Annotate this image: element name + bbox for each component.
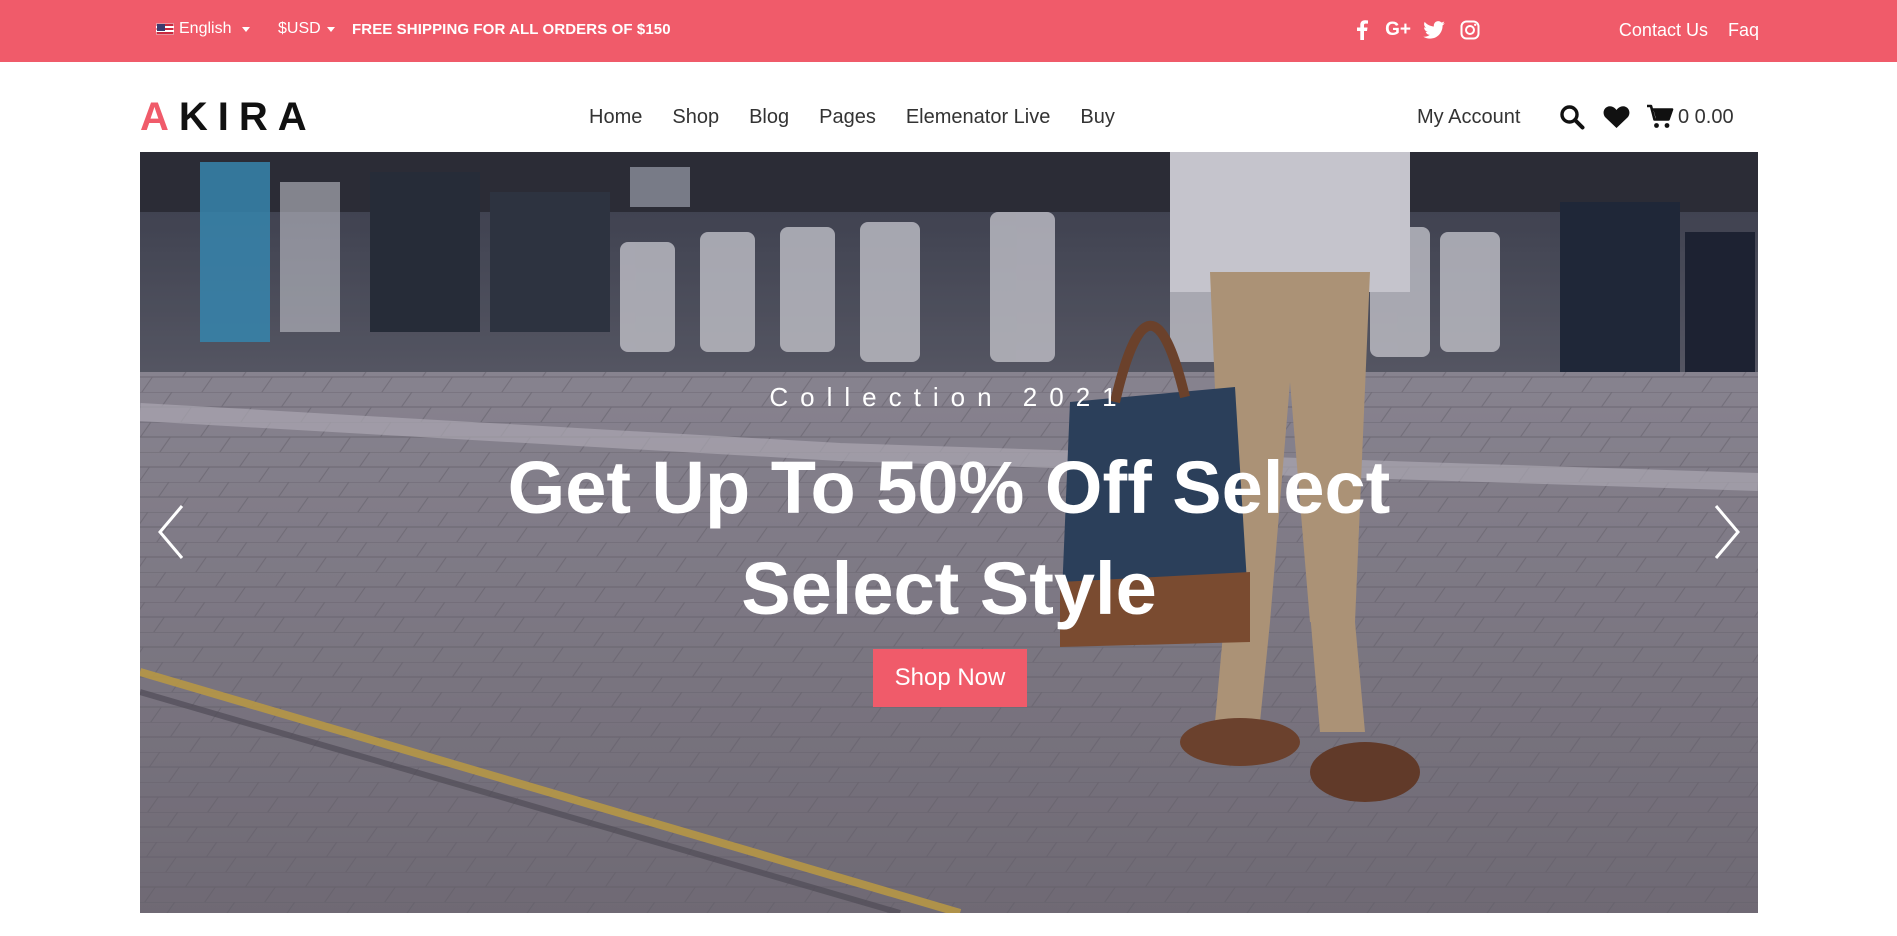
chevron-down-icon bbox=[242, 26, 251, 32]
top-links: Contact Us Faq bbox=[1619, 20, 1759, 41]
hero-headline: Get Up To 50% Off Select Select Style bbox=[140, 437, 1758, 639]
cart-button[interactable]: 0 0.00 bbox=[1646, 104, 1734, 130]
hero-headline-line-2: Select Style bbox=[741, 547, 1157, 630]
shipping-notice: FREE SHIPPING FOR ALL ORDERS OF $150 bbox=[352, 21, 671, 38]
search-icon[interactable] bbox=[1558, 103, 1586, 131]
nav-item-shop[interactable]: Shop bbox=[672, 106, 719, 129]
language-selector[interactable]: English bbox=[156, 20, 251, 38]
site-logo[interactable]: AKIRA bbox=[140, 97, 317, 137]
top-bar: English $USD FREE SHIPPING FOR ALL ORDER… bbox=[0, 0, 1897, 62]
site-header: AKIRA Home Shop Blog Pages Elemenator Li… bbox=[0, 62, 1897, 152]
main-nav: Home Shop Blog Pages Elemenator Live Buy bbox=[589, 106, 1115, 129]
nav-item-blog[interactable]: Blog bbox=[749, 106, 789, 129]
slider-next-button[interactable] bbox=[1708, 500, 1748, 564]
nav-item-elemenator-live[interactable]: Elemenator Live bbox=[906, 106, 1051, 129]
instagram-icon[interactable] bbox=[1458, 18, 1482, 42]
hero-slider: Collection 2021 Get Up To 50% Off Select… bbox=[140, 152, 1758, 913]
header-icons: 0 0.00 bbox=[1558, 103, 1734, 131]
my-account-link[interactable]: My Account bbox=[1417, 106, 1520, 129]
currency-selector[interactable]: $USD bbox=[278, 20, 335, 38]
twitter-icon[interactable] bbox=[1422, 18, 1446, 42]
chevron-left-icon bbox=[158, 505, 184, 559]
hero-subtitle: Collection 2021 bbox=[769, 382, 1129, 412]
chevron-down-icon bbox=[326, 26, 335, 32]
facebook-icon[interactable] bbox=[1350, 18, 1374, 42]
faq-link[interactable]: Faq bbox=[1728, 20, 1759, 41]
heart-icon[interactable] bbox=[1602, 103, 1630, 131]
slider-prev-button[interactable] bbox=[150, 500, 190, 564]
google-plus-label: G+ bbox=[1385, 19, 1411, 40]
nav-item-buy[interactable]: Buy bbox=[1080, 106, 1114, 129]
chevron-right-icon bbox=[1714, 505, 1740, 559]
logo-text: KIRA bbox=[178, 95, 317, 139]
social-links: G+ bbox=[1350, 18, 1482, 42]
currency-label: $USD bbox=[278, 20, 321, 37]
hero-headline-line-1: Get Up To 50% Off Select bbox=[507, 446, 1391, 529]
shop-now-button[interactable]: Shop Now bbox=[873, 649, 1027, 707]
language-label: English bbox=[179, 20, 232, 37]
google-plus-icon[interactable]: G+ bbox=[1385, 18, 1411, 42]
cart-summary: 0 0.00 bbox=[1678, 105, 1734, 128]
contact-us-link[interactable]: Contact Us bbox=[1619, 20, 1708, 41]
nav-item-home[interactable]: Home bbox=[589, 106, 642, 129]
us-flag-icon bbox=[156, 23, 174, 35]
logo-accent-letter: A bbox=[140, 95, 179, 139]
nav-item-pages[interactable]: Pages bbox=[819, 106, 876, 129]
